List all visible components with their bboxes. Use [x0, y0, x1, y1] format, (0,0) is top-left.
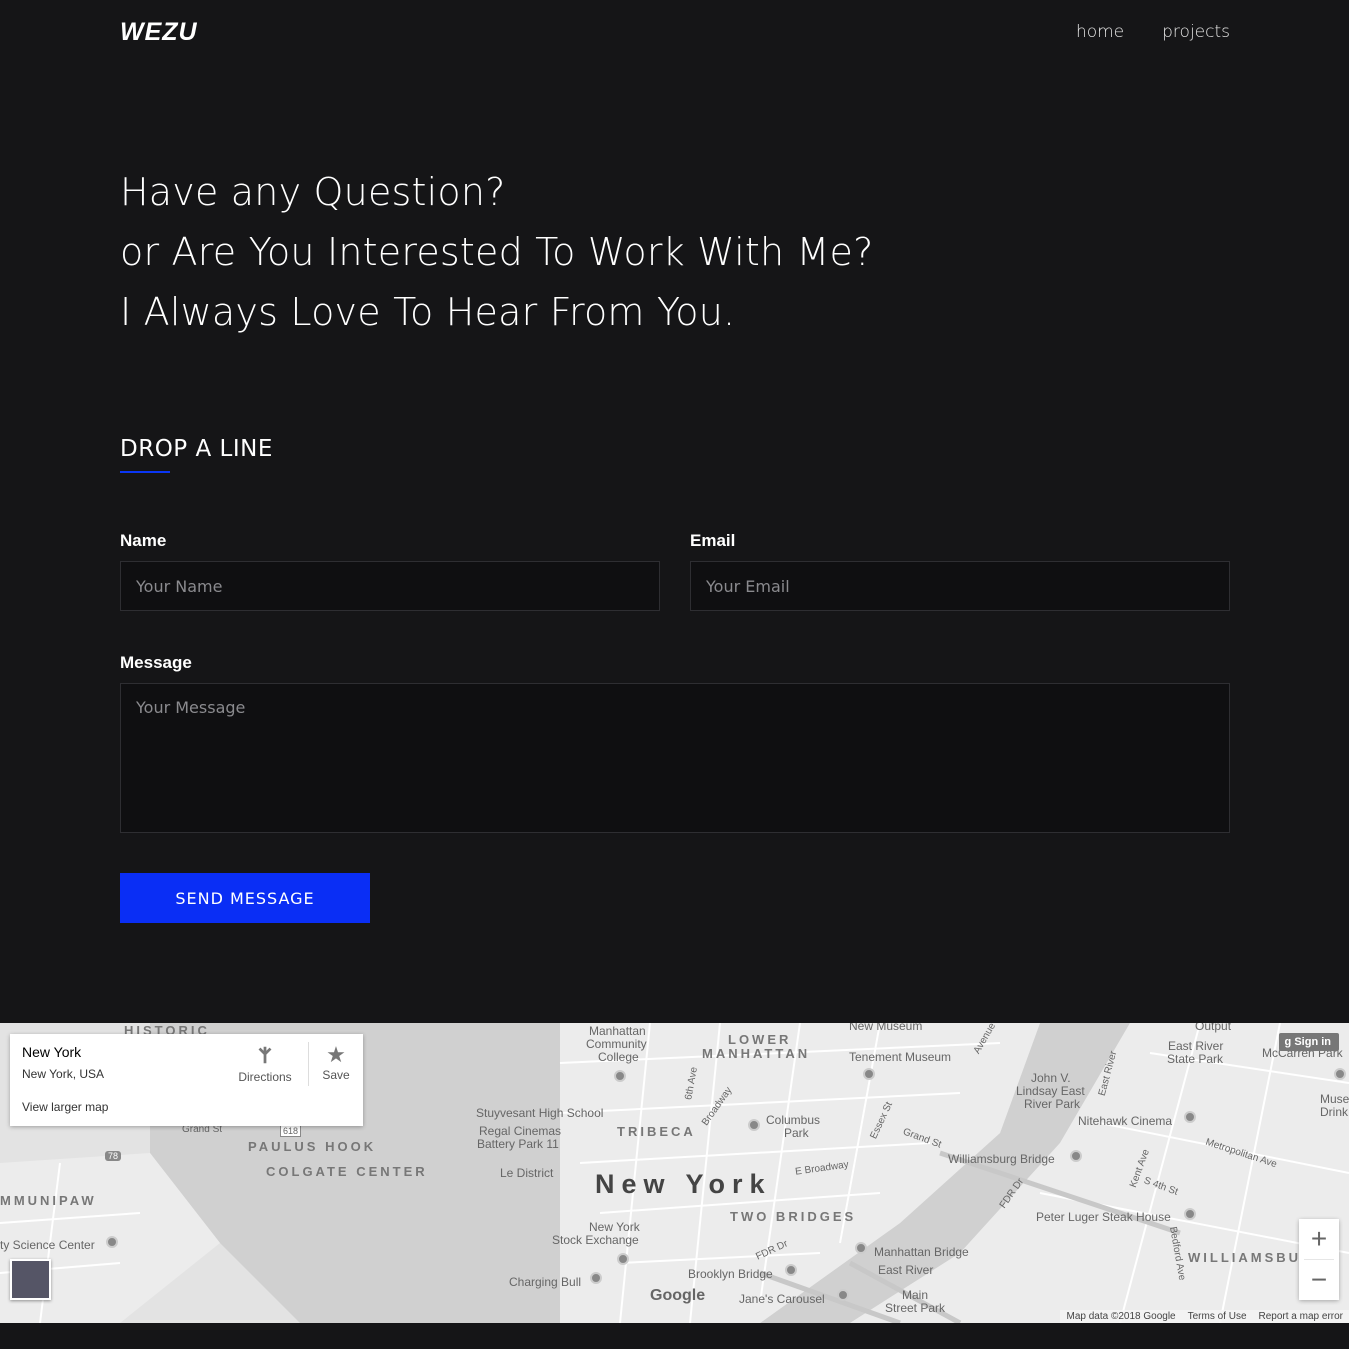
- hero-heading: Have any Question? or Are You Interested…: [120, 162, 873, 342]
- map-signin-button[interactable]: g Sign in: [1278, 1033, 1339, 1051]
- section-title-underline: [120, 471, 170, 473]
- map-label-street-park: Street Park: [885, 1301, 946, 1315]
- map-label-main: Main: [902, 1288, 929, 1302]
- name-label: Name: [120, 531, 167, 550]
- map-label-columbus: Columbus: [766, 1113, 821, 1127]
- section-title: DROP A LINE: [120, 436, 273, 462]
- main-nav: home projects: [1076, 22, 1230, 42]
- map-pin-icon[interactable]: [617, 1253, 629, 1265]
- map-label-john-lindsay-2: Lindsay East: [1016, 1084, 1085, 1098]
- save-place-button[interactable]: ★ Save: [316, 1042, 356, 1082]
- map-place-subtitle: New York, USA: [22, 1067, 105, 1081]
- map-label-nyse-1: New York: [589, 1220, 640, 1234]
- map-label-williamsburg: WILLIAMSBU: [1188, 1250, 1302, 1265]
- site-logo[interactable]: WEZU: [120, 18, 198, 47]
- map-pin-icon[interactable]: [1184, 1111, 1196, 1123]
- map-label-communipaw: MMUNIPAW: [0, 1193, 97, 1208]
- map-label-columbus-park: Park: [784, 1126, 809, 1140]
- map-pin-icon[interactable]: [1334, 1068, 1346, 1080]
- map-label-manhattan: MANHATTAN: [702, 1046, 811, 1061]
- google-logo: Google: [650, 1287, 706, 1304]
- map-label-peter-luger: Peter Luger Steak House: [1036, 1210, 1171, 1224]
- message-textarea[interactable]: [120, 683, 1230, 833]
- map-label-college-3: College: [598, 1050, 639, 1064]
- nav-link-projects[interactable]: projects: [1162, 22, 1230, 42]
- card-divider: [308, 1042, 309, 1086]
- directions-button[interactable]: Directions: [235, 1042, 295, 1084]
- footer-bar: [0, 1323, 1349, 1349]
- map-label-output: Output: [1195, 1023, 1232, 1033]
- zoom-out-button[interactable]: −: [1299, 1260, 1339, 1300]
- zoom-in-button[interactable]: +: [1299, 1219, 1339, 1259]
- map-label-paulus-hook: PAULUS HOOK: [248, 1139, 377, 1154]
- map-label-colgate-center: COLGATE CENTER: [266, 1164, 428, 1179]
- map-route-618: 618: [280, 1125, 302, 1137]
- hero-line-1: Have any Question?: [120, 170, 506, 214]
- map-label-science-center: ty Science Center: [0, 1238, 95, 1252]
- map-pin-icon[interactable]: [590, 1272, 602, 1284]
- map-zoom-control: + −: [1299, 1219, 1339, 1300]
- email-label: Email: [690, 531, 736, 550]
- map-place-card: New York New York, USA View larger map D…: [10, 1034, 363, 1126]
- map-data-credit: Map data ©2018 Google: [1066, 1311, 1176, 1322]
- map-label-manhattan-bridge: Manhattan Bridge: [874, 1245, 969, 1259]
- report-map-error-link[interactable]: Report a map error: [1259, 1311, 1343, 1322]
- map-label-tribeca: TRIBECA: [617, 1124, 696, 1139]
- map-place-title: New York: [22, 1044, 82, 1060]
- map-label-john-lindsay-3: River Park: [1024, 1097, 1081, 1111]
- directions-icon: [258, 1046, 272, 1064]
- map-label-battery-park: Battery Park 11: [477, 1137, 559, 1151]
- signin-label: Sign in: [1294, 1036, 1331, 1048]
- map-pin-icon[interactable]: [837, 1289, 849, 1301]
- map-label-college-2: Community: [586, 1037, 647, 1051]
- email-input[interactable]: [690, 561, 1230, 611]
- map-label-drink: Drink: [1320, 1105, 1349, 1119]
- star-icon: ★: [326, 1042, 346, 1067]
- map-label-two-bridges: TWO BRIDGES: [730, 1209, 857, 1224]
- message-label: Message: [120, 653, 192, 672]
- satellite-toggle-thumbnail[interactable]: [10, 1259, 51, 1300]
- name-input[interactable]: [120, 561, 660, 611]
- map-label-janes-carousel: Jane's Carousel: [739, 1292, 825, 1306]
- map-pin-icon[interactable]: [1184, 1208, 1196, 1220]
- map-label-brooklyn-bridge: Brooklyn Bridge: [688, 1267, 773, 1281]
- google-plus-icon: g: [1284, 1036, 1295, 1048]
- map-route-78: 78: [105, 1151, 122, 1161]
- terms-of-use-link[interactable]: Terms of Use: [1188, 1311, 1247, 1322]
- map-label-new-york: New York: [595, 1169, 772, 1199]
- map-pin-icon[interactable]: [863, 1068, 875, 1080]
- map-pin-icon[interactable]: [785, 1264, 797, 1276]
- map-label-stuyvesant: Stuyvesant High School: [476, 1106, 604, 1120]
- map-label-williamsburg-bridge: Williamsburg Bridge: [948, 1152, 1055, 1166]
- map-pin-icon[interactable]: [748, 1119, 760, 1131]
- map-pin-icon[interactable]: [106, 1236, 118, 1248]
- map-pin-icon[interactable]: [855, 1242, 867, 1254]
- send-message-button[interactable]: SEND MESSAGE: [120, 873, 370, 923]
- hero-line-3: I Always Love To Hear From You.: [120, 290, 736, 334]
- map-label-lower: LOWER: [728, 1032, 792, 1047]
- map-attribution: Map data ©2018 Google Terms of Use Repor…: [1060, 1310, 1349, 1323]
- google-map[interactable]: HISTORIC PAULUS HOOK COLGATE CENTER MMUN…: [0, 1023, 1349, 1323]
- map-label-tenement-museum: Tenement Museum: [849, 1050, 952, 1064]
- nav-link-home[interactable]: home: [1076, 22, 1124, 42]
- map-label-nyse-2: Stock Exchange: [552, 1233, 639, 1247]
- map-label-state-park: State Park: [1167, 1052, 1224, 1066]
- site-header: WEZU home projects: [0, 0, 1349, 66]
- map-label-college-1: Manhattan: [589, 1024, 646, 1038]
- map-label-east-river-state: East River: [1168, 1039, 1224, 1053]
- map-label-muse: Muse: [1320, 1092, 1349, 1106]
- map-label-nitehawk: Nitehawk Cinema: [1078, 1114, 1173, 1128]
- map-pin-icon[interactable]: [614, 1070, 626, 1082]
- view-larger-map-link[interactable]: View larger map: [22, 1100, 108, 1114]
- map-label-regal: Regal Cinemas: [479, 1124, 562, 1138]
- map-label-new-museum: New Museum: [849, 1023, 923, 1033]
- save-label: Save: [322, 1068, 350, 1082]
- directions-label: Directions: [238, 1070, 292, 1084]
- map-label-le-district: Le District: [500, 1166, 554, 1180]
- map-label-east-river: East River: [878, 1263, 934, 1277]
- map-label-charging-bull: Charging Bull: [509, 1275, 582, 1289]
- map-label-john-lindsay-1: John V.: [1031, 1071, 1071, 1085]
- hero-line-2: or Are You Interested To Work With Me?: [120, 230, 874, 274]
- map-pin-icon[interactable]: [1070, 1150, 1082, 1162]
